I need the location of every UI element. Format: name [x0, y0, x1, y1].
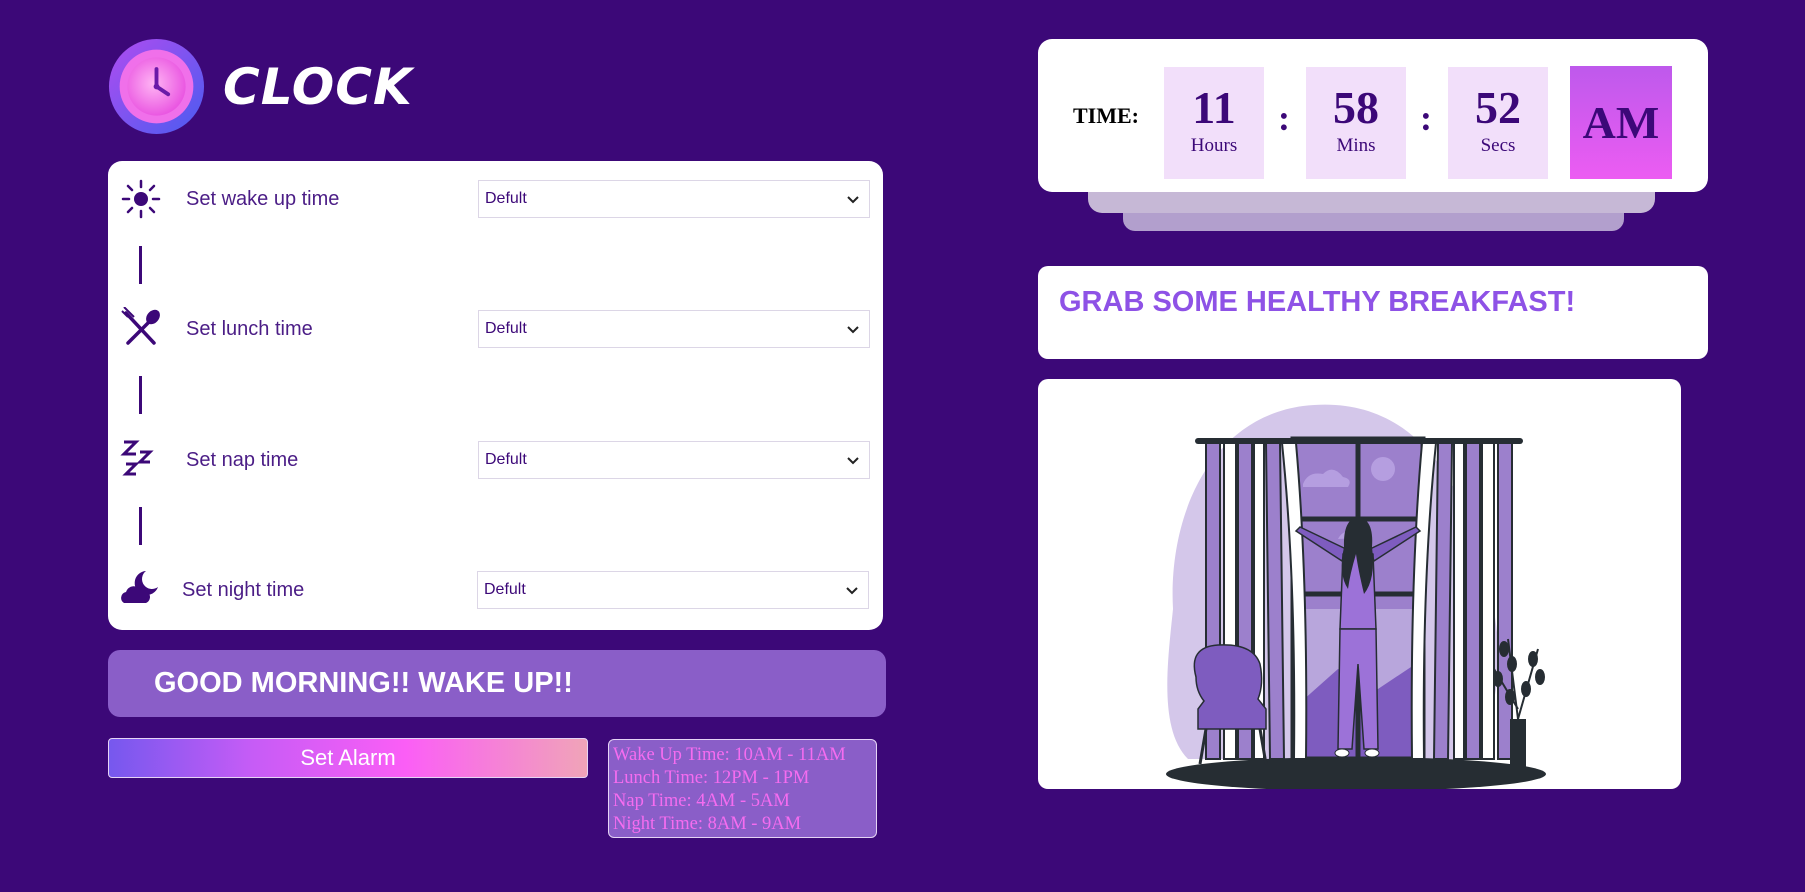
time-separator: :	[1278, 98, 1290, 138]
set-alarm-button[interactable]: Set Alarm	[108, 738, 588, 778]
timeline-connector	[139, 246, 142, 284]
schedule-item-nap: Nap Time: 4AM - 5AM	[613, 791, 790, 811]
message-card: GRAB SOME HEALTHY BREAKFAST!	[1038, 266, 1708, 359]
chevron-down-icon	[847, 326, 859, 334]
settings-panel: Set wake up time Defult Set lunch time D…	[108, 161, 883, 630]
lunch-time-value: Defult	[485, 320, 527, 337]
setting-label-lunch: Set lunch time	[186, 317, 313, 340]
ampm-indicator: AM	[1570, 66, 1672, 179]
wake-time-select[interactable]: Defult	[478, 180, 870, 218]
lunch-time-select[interactable]: Defult	[478, 310, 870, 348]
morning-window-illustration	[1166, 404, 1546, 789]
wake-time-value: Defult	[485, 190, 527, 207]
time-card: TIME: 11 Hours : 58 Mins : 52 Secs AM	[1038, 39, 1708, 192]
schedule-item-lunch: Lunch Time: 12PM - 1PM	[613, 768, 810, 788]
zzz-icon	[120, 440, 154, 476]
setting-label-night: Set night time	[182, 578, 305, 601]
setting-row-wake: Set wake up time Defult	[108, 179, 883, 219]
schedule-item-wake: Wake Up Time: 10AM - 11AM	[613, 745, 846, 765]
night-time-value: Defult	[484, 581, 526, 598]
mins-unit: Mins	[1336, 135, 1376, 156]
secs-value: 52	[1475, 82, 1521, 133]
setting-label-nap: Set nap time	[186, 448, 299, 471]
setting-label-wake: Set wake up time	[186, 187, 340, 210]
mins-value: 58	[1333, 82, 1379, 133]
hours-value: 11	[1192, 82, 1236, 133]
setting-row-nap: Set nap time Defult	[108, 440, 883, 480]
schedule-item-night: Night Time: 8AM - 9AM	[613, 814, 802, 834]
timeline-connector	[139, 376, 142, 414]
schedule-list: Wake Up Time: 10AM - 11AM Lunch Time: 12…	[608, 739, 877, 838]
setting-row-night: Set night time Defult	[108, 570, 883, 610]
setting-row-lunch: Set lunch time Defult	[108, 307, 883, 349]
greeting-banner: GOOD MORNING!! WAKE UP!!	[108, 650, 886, 717]
time-separator: :	[1420, 98, 1432, 138]
night-time-select[interactable]: Defult	[477, 571, 869, 609]
illustration-card	[1038, 379, 1681, 789]
chevron-down-icon	[847, 457, 859, 465]
fork-spoon-icon	[121, 307, 160, 345]
hours-unit: Hours	[1190, 135, 1238, 156]
timeline-connector	[139, 507, 142, 545]
sun-icon	[121, 179, 161, 219]
clock-logo-icon	[108, 38, 205, 135]
secs-box: 52 Secs	[1448, 67, 1548, 179]
secs-unit: Secs	[1480, 135, 1516, 156]
mins-box: 58 Mins	[1306, 67, 1406, 179]
nap-time-value: Defult	[485, 451, 527, 468]
time-label: TIME:	[1073, 103, 1139, 128]
nap-time-select[interactable]: Defult	[478, 441, 870, 479]
cloud-moon-icon	[121, 571, 158, 603]
hours-box: 11 Hours	[1164, 67, 1264, 179]
app-logo: CLOCK	[108, 38, 413, 135]
logo-text: CLOCK	[223, 57, 413, 116]
chevron-down-icon	[846, 587, 858, 595]
chevron-down-icon	[847, 196, 859, 204]
